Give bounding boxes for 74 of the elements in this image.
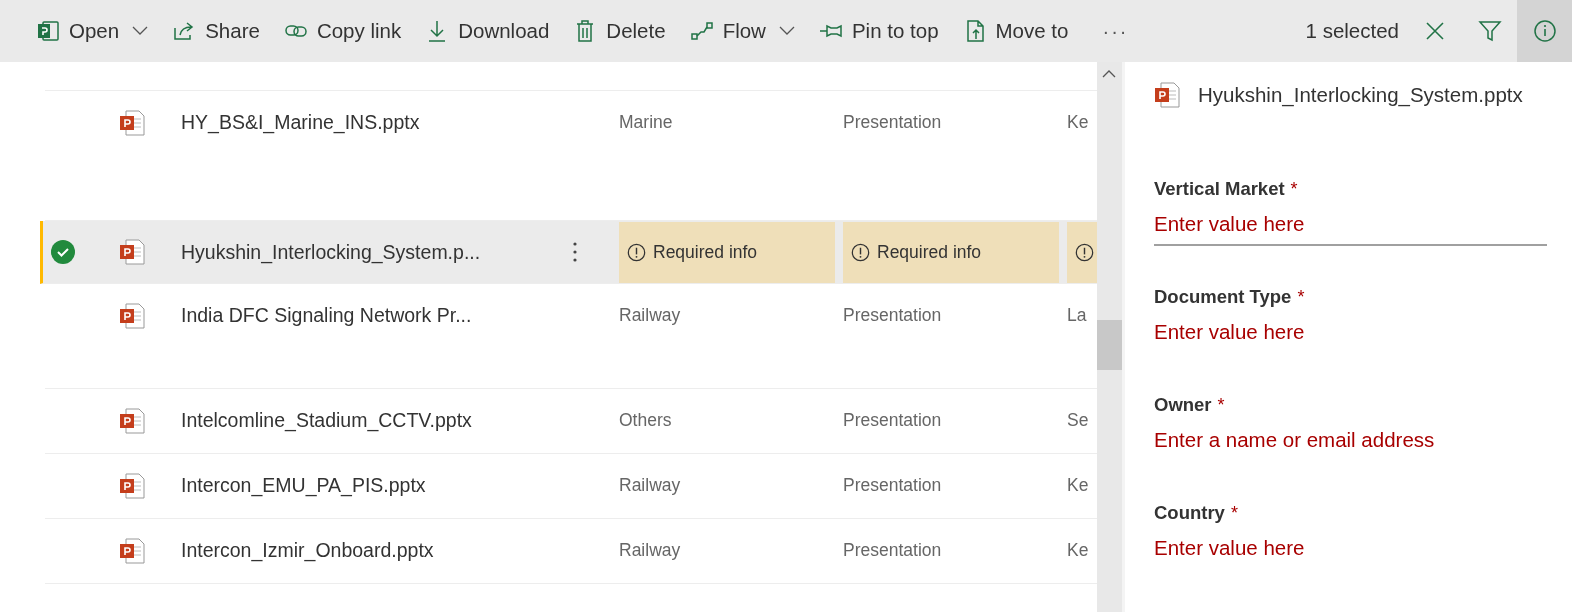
table-cell: Presentation xyxy=(843,305,942,325)
scrollbar[interactable] xyxy=(1097,62,1122,612)
table-cell: Se xyxy=(1067,410,1089,430)
required-mark: * xyxy=(1230,503,1238,524)
file-name[interactable]: Intelcomline_Stadium_CCTV.pptx xyxy=(181,408,573,432)
command-button[interactable]: Flow xyxy=(687,13,797,49)
caret-icon xyxy=(778,26,795,36)
filter-icon xyxy=(1477,19,1502,43)
file-icon xyxy=(119,110,145,136)
table-cell: Presentation xyxy=(843,475,942,495)
required-info-cell[interactable]: Required info xyxy=(843,221,1059,283)
warning-icon xyxy=(1075,242,1094,262)
file-name: Hyukshin_Interlocking_System.pptx xyxy=(1198,83,1523,107)
info-button[interactable] xyxy=(1517,0,1572,62)
input-field[interactable]: Enter value here xyxy=(1154,532,1547,570)
warning-icon xyxy=(851,242,870,262)
file-icon xyxy=(36,19,60,43)
command-button[interactable]: Pin to top xyxy=(816,13,941,49)
table-cell: Ke xyxy=(1067,112,1089,132)
table-cell: Railway xyxy=(619,305,681,325)
command-button[interactable]: Move to xyxy=(960,13,1071,49)
field-label: Vertical Market xyxy=(1154,178,1285,200)
command-button[interactable]: Share xyxy=(170,13,262,49)
input-field[interactable]: Enter a name or email address xyxy=(1154,424,1547,462)
field-label: Owner xyxy=(1154,394,1212,416)
file-name[interactable]: Intercon_EMU_PA_PIS.pptx xyxy=(181,473,573,497)
more-button[interactable]: ··· xyxy=(1100,13,1131,49)
required-mark: * xyxy=(1297,287,1305,308)
file-icon xyxy=(119,239,145,265)
command-button[interactable]: Delete xyxy=(571,13,668,49)
command-button[interactable]: Download xyxy=(423,13,552,49)
table-cell: Ke xyxy=(1067,475,1089,495)
command-button[interactable]: Copy link xyxy=(281,13,404,49)
field-label: Document Type xyxy=(1154,286,1292,308)
table-cell: Marine xyxy=(619,112,673,132)
file-icon xyxy=(119,408,145,434)
file-row[interactable]: Intelcomline_Stadium_CCTV.pptx Others Presentation Se xyxy=(45,389,1097,454)
file-row[interactable]: Hyukshin_Interlocking_System.p... Required info Required info xyxy=(40,221,1097,284)
table-cell: Presentation xyxy=(843,410,942,430)
table-cell: Presentation xyxy=(843,112,942,132)
file-icon xyxy=(119,538,145,564)
close-icon xyxy=(1424,21,1445,41)
warning-icon xyxy=(627,242,646,262)
input-field[interactable]: Enter value here xyxy=(1154,316,1547,354)
table-cell: Presentation xyxy=(843,540,942,560)
input-field[interactable]: Enter value here xyxy=(1154,208,1547,246)
check-circle-icon[interactable] xyxy=(50,240,75,264)
file-icon xyxy=(119,473,145,499)
required-mark: * xyxy=(1217,395,1225,416)
table-cell: Ke xyxy=(1067,540,1089,560)
file-row[interactable]: India DFC Signaling Network Pr... Railway Presentation La xyxy=(45,284,1097,389)
file-icon xyxy=(1154,82,1180,108)
file-row[interactable]: Intercon_EMU_PA_PIS.pptx Railway Presentation Ke xyxy=(45,454,1097,519)
file-name[interactable]: India DFC Signaling Network Pr... xyxy=(181,303,573,327)
required-mark: * xyxy=(1290,179,1298,200)
file-row[interactable]: Intercon_Izmir_Onboard.pptx Railway Presentation Ke xyxy=(45,519,1097,584)
selection-count: 1 selected xyxy=(1305,19,1399,43)
scrollbar-thumb[interactable] xyxy=(1097,320,1122,370)
table-cell: Railway xyxy=(619,540,681,560)
more-options-icon[interactable] xyxy=(573,242,577,262)
table-cell: Others xyxy=(619,410,672,430)
file-name[interactable]: HY_BS&I_Marine_INS.pptx xyxy=(181,110,573,134)
table-cell: La xyxy=(1067,305,1087,325)
command-button[interactable]: Open xyxy=(34,13,151,49)
table-cell: Railway xyxy=(619,475,681,495)
flow-icon xyxy=(689,19,714,43)
info-icon xyxy=(1532,19,1557,43)
file-icon xyxy=(119,303,145,329)
field-label: Country xyxy=(1154,502,1225,524)
scroll-up-icon[interactable] xyxy=(1102,70,1116,78)
file-name[interactable]: Intercon_Izmir_Onboard.pptx xyxy=(181,538,573,562)
caret-icon xyxy=(132,26,149,36)
file-name[interactable]: Hyukshin_Interlocking_System.p... xyxy=(181,240,573,264)
required-info-cell[interactable]: Required info xyxy=(619,221,835,283)
